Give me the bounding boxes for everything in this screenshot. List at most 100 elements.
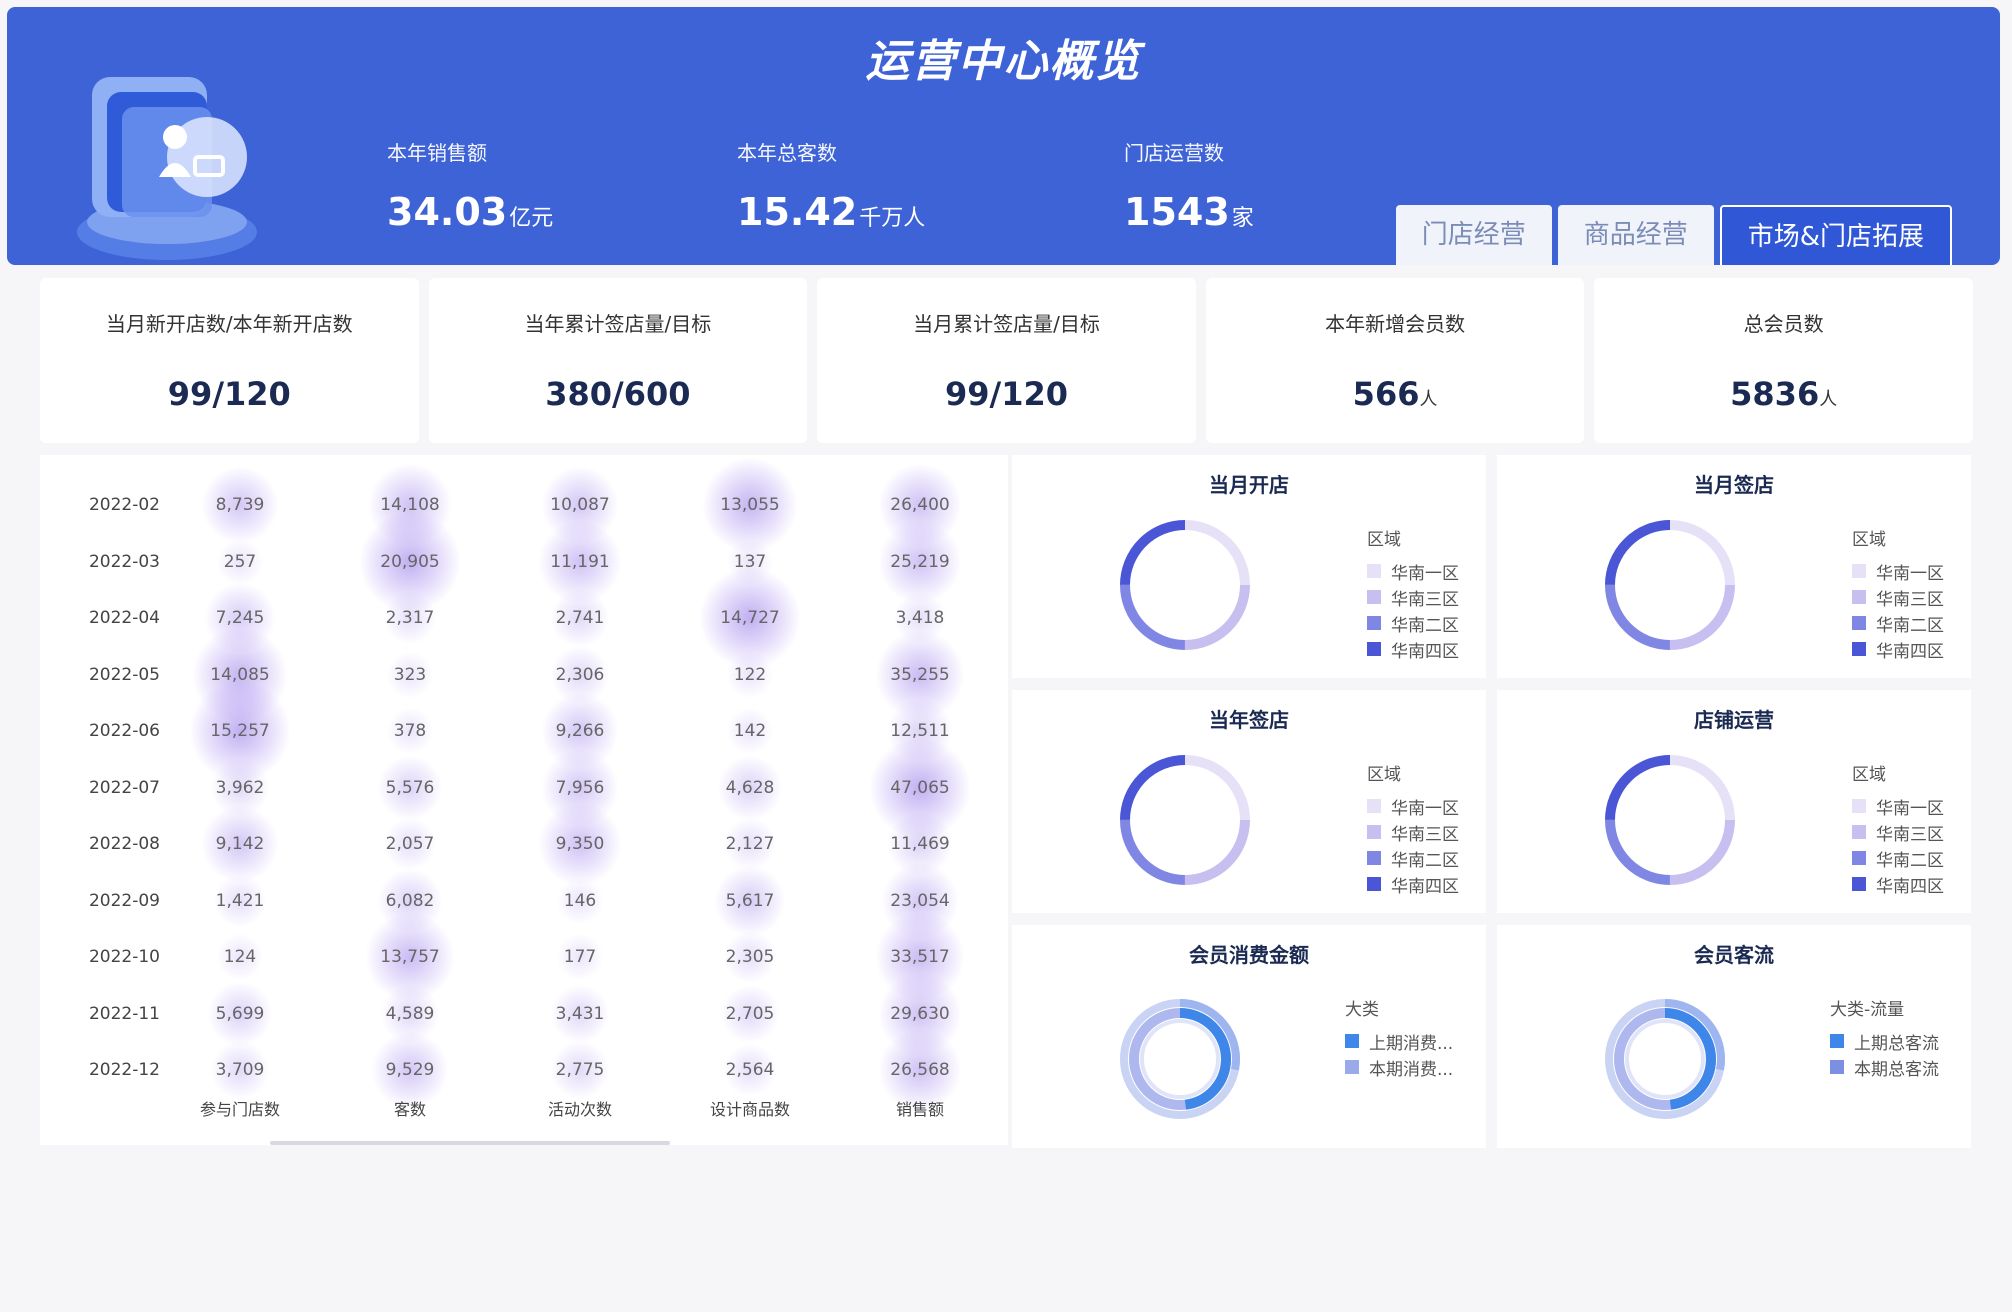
legend-item[interactable]: 华南二区: [1367, 610, 1459, 636]
legend-label: 华南三区: [1876, 589, 1944, 610]
tab-product-operation[interactable]: 商品经营: [1557, 205, 1714, 265]
legend-item[interactable]: 华南四区: [1367, 636, 1459, 662]
chart-panel-monthly-open: 当月开店 区域 华南一区 华南三区 华南二区 华南四区: [1012, 455, 1486, 678]
card-label: 当年累计签店量/目标: [524, 312, 712, 336]
column-header[interactable]: 设计商品数: [685, 1090, 815, 1130]
legend-item[interactable]: 本期消费...: [1345, 1054, 1453, 1080]
legend-item[interactable]: 华南二区: [1852, 845, 1944, 871]
column-header[interactable]: 销售额: [855, 1090, 985, 1130]
double-donut-chart[interactable]: [1118, 997, 1242, 1121]
donut-chart[interactable]: [1117, 517, 1253, 653]
legend-title: 大类-流量: [1830, 1000, 1905, 1020]
cell-value: 8,739: [215, 495, 265, 515]
legend-item[interactable]: 华南三区: [1852, 819, 1944, 845]
legend-item[interactable]: 华南四区: [1367, 871, 1459, 897]
card-total-members: 总会员数 5836人: [1594, 278, 1973, 443]
legend-swatch: [1852, 590, 1866, 604]
legend-swatch: [1345, 1034, 1359, 1048]
kpi-customers: 本年总客数 15.42千万人: [737, 137, 925, 234]
legend-item[interactable]: 华南一区: [1367, 558, 1459, 584]
row-date: 2022-08: [88, 834, 160, 854]
donut-inner-ring[interactable]: [1140, 1019, 1220, 1099]
legend-label: 华南四区: [1876, 641, 1944, 662]
table-cell: 323: [345, 647, 475, 703]
legend-item[interactable]: 华南二区: [1367, 845, 1459, 871]
card-value: 380/600: [545, 375, 691, 413]
table-cell: 142: [685, 703, 815, 759]
column-header[interactable]: 参与门店数: [175, 1090, 305, 1130]
legend-item[interactable]: 华南四区: [1852, 871, 1944, 897]
legend-swatch: [1852, 799, 1866, 813]
table-cell: 11,191: [515, 520, 645, 603]
tab-market-expansion[interactable]: 市场&门店拓展: [1719, 205, 1952, 265]
cell-value: 2,317: [385, 608, 435, 628]
legend-label: 华南三区: [1876, 824, 1944, 845]
horizontal-scrollbar[interactable]: [270, 1141, 670, 1145]
legend-label: 华南二区: [1391, 850, 1459, 871]
legend-swatch: [1367, 616, 1381, 630]
donut-chart[interactable]: [1602, 517, 1738, 653]
legend-item[interactable]: 上期总客流: [1830, 1028, 1939, 1054]
cell-value: 1,421: [215, 890, 265, 911]
card-label: 当月新开店数/本年新开店数: [105, 312, 353, 336]
tab-bar: 门店经营 商品经营 市场&门店拓展: [1395, 205, 1952, 265]
cell-value: 9,529: [385, 1060, 435, 1080]
table-cell: 15,257: [175, 681, 305, 781]
legend-item[interactable]: 华南三区: [1852, 584, 1944, 610]
donut-chart[interactable]: [1117, 752, 1253, 888]
chart-legend: 大类-流量上期总客流 本期总客流: [1830, 995, 1939, 1080]
legend-item[interactable]: 华南四区: [1852, 636, 1944, 662]
legend-item[interactable]: 本期总客流: [1830, 1054, 1939, 1080]
cell-value: 4,628: [725, 777, 775, 798]
chart-title: 当月签店: [1694, 473, 1774, 497]
column-header[interactable]: 活动次数: [515, 1090, 645, 1130]
legend-item[interactable]: 华南三区: [1367, 584, 1459, 610]
kpi-unit: 千万人: [859, 206, 926, 231]
table-row: 2022-07 3,962 5,576 7,956 4,628 47,065: [40, 737, 1008, 838]
cell-value: 25,219: [890, 551, 950, 572]
chart-title: 会员消费金额: [1189, 943, 1309, 967]
legend-item[interactable]: 华南三区: [1367, 819, 1459, 845]
kpi-value: 34.03: [387, 190, 508, 234]
card-value: 99/120: [167, 375, 291, 413]
table-cell: 2,741: [515, 589, 645, 647]
card-value: 566: [1352, 375, 1420, 413]
legend-item[interactable]: 华南一区: [1852, 558, 1944, 584]
donut-inner-ring[interactable]: [1625, 1019, 1705, 1099]
cell-value: 3,418: [895, 608, 945, 628]
legend-swatch: [1367, 642, 1381, 656]
cell-value: 11,191: [550, 551, 610, 572]
tab-store-operation[interactable]: 门店经营: [1395, 205, 1552, 265]
legend-item[interactable]: 上期消费...: [1345, 1028, 1453, 1054]
kpi-value: 15.42: [737, 190, 858, 234]
cell-value: 2,127: [725, 834, 775, 854]
legend-item[interactable]: 华南一区: [1852, 793, 1944, 819]
column-header[interactable]: 客数: [345, 1090, 475, 1130]
donut-chart[interactable]: [1602, 752, 1738, 888]
table-row: 2022-10 124 13,757 177 2,305 33,517: [40, 913, 1008, 1001]
cell-value: 3,962: [215, 777, 265, 798]
heatmap-table[interactable]: 2022-02 8,739 14,108 10,087 13,055 26,400 2022…: [40, 455, 1008, 1145]
cell-value: 2,057: [385, 834, 435, 854]
table-cell: 13,055: [685, 458, 815, 552]
table-header-row: 参与门店数 客数 活动次数 设计商品数 销售额: [40, 1090, 1008, 1145]
legend-title: 区域: [1852, 530, 1886, 550]
cell-value: 15,257: [210, 721, 270, 741]
legend-item[interactable]: 华南二区: [1852, 610, 1944, 636]
table-cell: 124: [175, 929, 305, 985]
double-donut-chart[interactable]: [1603, 997, 1727, 1121]
legend-swatch: [1852, 642, 1866, 656]
cell-value: 3,431: [555, 1003, 605, 1024]
legend-swatch: [1852, 564, 1866, 578]
row-date: 2022-09: [88, 890, 160, 911]
table-row: 2022-08 9,142 2,057 9,350 2,127 11,469: [40, 803, 1008, 885]
legend-title: 区域: [1367, 765, 1401, 785]
legend-label: 华南三区: [1391, 589, 1459, 610]
legend-item[interactable]: 华南一区: [1367, 793, 1459, 819]
legend-label: 华南二区: [1876, 615, 1944, 636]
chart-legend: 区域 华南一区 华南三区 华南二区 华南四区: [1852, 760, 1944, 897]
cell-value: 9,350: [555, 834, 605, 854]
table-cell: 47,065: [855, 737, 985, 838]
kpi-label: 门店运营数: [1124, 141, 1224, 165]
cell-value: 323: [393, 664, 427, 685]
